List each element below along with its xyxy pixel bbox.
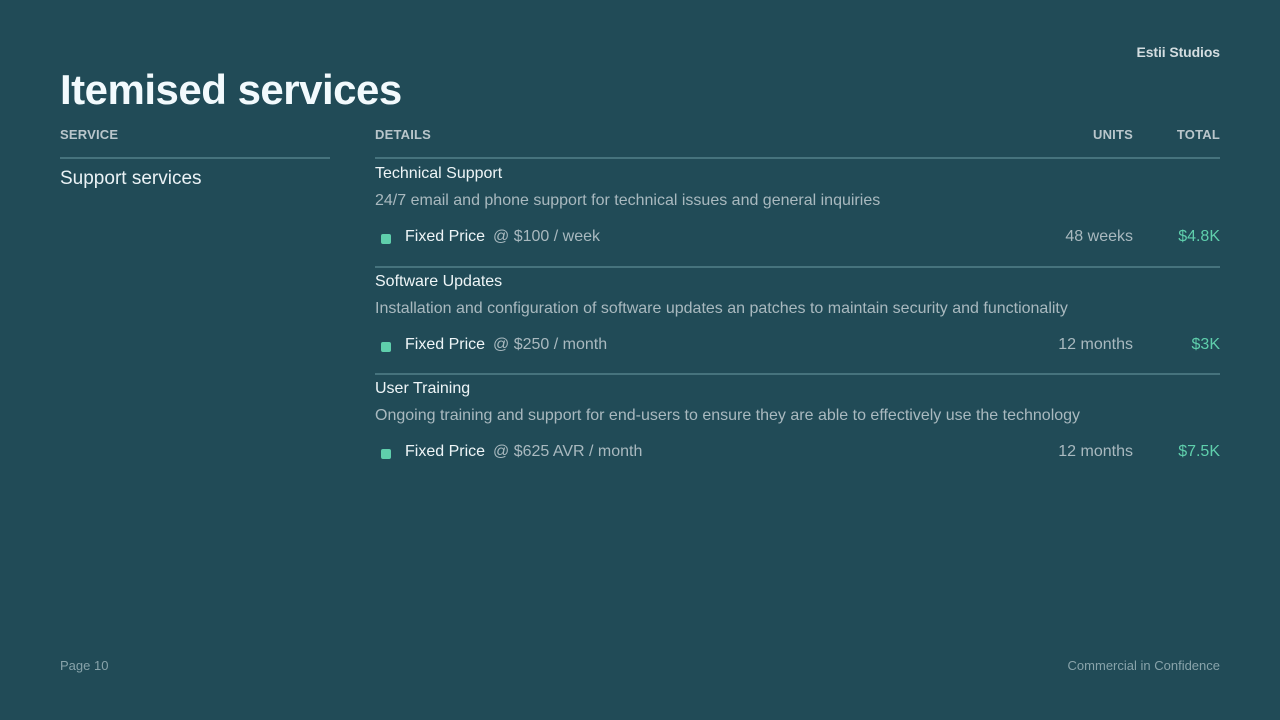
- price-rate: @ $625 AVR / month: [493, 443, 643, 460]
- page-number: Page 10: [60, 658, 109, 673]
- column-header-details: DETAILS: [375, 127, 432, 142]
- price-rate: @ $250 / month: [493, 335, 608, 353]
- price-type: Fixed Price: [405, 335, 486, 353]
- item-units: 48 weeks: [1065, 228, 1133, 245]
- price-type: Fixed Price: [405, 228, 486, 245]
- service-item: Technical Support 24/7 email and phone s…: [375, 159, 1220, 267]
- service-group-name: Support services: [60, 168, 202, 189]
- item-pricing-line: Fixed Price @ $250 / month 12 months $3K: [375, 336, 1220, 358]
- service-items-list: Technical Support 24/7 email and phone s…: [375, 159, 1220, 482]
- item-description: 24/7 email and phone support for technic…: [375, 192, 881, 209]
- document-page: Estii Studios Itemised services SERVICE …: [0, 0, 1280, 720]
- service-item: Software Updates Installation and config…: [375, 265, 1220, 375]
- pricing-bullet-icon: [381, 234, 391, 244]
- item-units: 12 months: [1058, 335, 1133, 353]
- service-item: User Training Ongoing training and suppo…: [375, 373, 1220, 482]
- item-name: Software Updates: [375, 272, 503, 290]
- item-description: Installation and configuration of softwa…: [375, 299, 1068, 317]
- brand-name: Estii Studios: [1136, 44, 1221, 60]
- pricing-bullet-icon: [381, 341, 391, 352]
- column-header-total: TOTAL: [1176, 127, 1220, 142]
- page-title: Itemised services: [60, 66, 402, 113]
- item-description: Ongoing training and support for end-use…: [375, 407, 1081, 424]
- item-name: Technical Support: [375, 165, 503, 182]
- pricing-bullet-icon: [381, 449, 391, 459]
- column-header-service: SERVICE: [60, 127, 119, 142]
- service-divider: [60, 157, 330, 159]
- price-rate: @ $100 / week: [493, 228, 600, 245]
- confidentiality-notice: Commercial in Confidence: [1067, 658, 1220, 673]
- column-header-units: UNITS: [1093, 127, 1133, 142]
- price-type: Fixed Price: [405, 443, 486, 460]
- item-total: $4.8K: [1178, 228, 1220, 245]
- item-pricing-line: Fixed Price @ $625 AVR / month 12 months …: [375, 443, 1220, 465]
- item-total: $7.5K: [1178, 443, 1220, 460]
- item-units: 12 months: [1058, 443, 1133, 460]
- item-name: User Training: [375, 380, 471, 397]
- item-pricing-line: Fixed Price @ $100 / week 48 weeks $4.8K: [375, 228, 1220, 250]
- item-total: $3K: [1191, 335, 1220, 353]
